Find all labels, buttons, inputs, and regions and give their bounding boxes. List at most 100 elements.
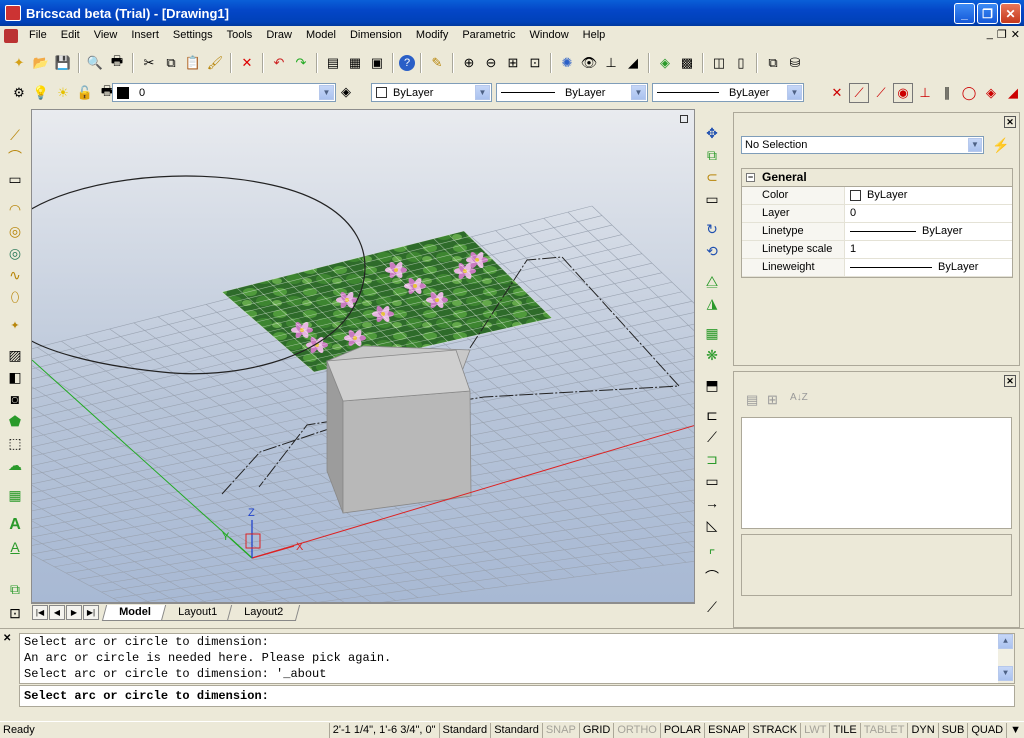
block-icon[interactable]: ⧉: [4, 579, 26, 599]
doc-close-button[interactable]: ✕: [1011, 28, 1020, 41]
menu-window[interactable]: Window: [523, 26, 576, 45]
donut-icon[interactable]: ◎: [4, 243, 26, 263]
close-button[interactable]: ✕: [1000, 3, 1021, 24]
snap-center-icon[interactable]: ◉: [893, 83, 913, 103]
toggle-dyn[interactable]: DYN: [907, 722, 937, 738]
polar-array-icon[interactable]: ❋: [701, 345, 723, 365]
grouped-icon[interactable]: ⊞: [767, 392, 778, 408]
hatch-icon[interactable]: ▨: [4, 345, 26, 365]
coordinates-readout[interactable]: 2'-1 1/4", 1'-6 3/4", 0": [328, 722, 439, 738]
delete-icon[interactable]: ✕: [237, 53, 257, 73]
undo-icon[interactable]: ↶: [269, 53, 289, 73]
toggle-lwt[interactable]: LWT: [800, 722, 829, 738]
toggle-polar[interactable]: POLAR: [659, 722, 704, 738]
boundary-icon[interactable]: ◙: [4, 389, 26, 409]
mirror3d-icon[interactable]: ◮: [701, 293, 723, 313]
view-icon[interactable]: 👁: [579, 53, 599, 73]
page-icon[interactable]: ▯: [731, 53, 751, 73]
toggle-esnap[interactable]: ESNAP: [704, 722, 748, 738]
named-views-icon[interactable]: ▩: [677, 53, 697, 73]
print-icon[interactable]: 🖶: [107, 53, 127, 73]
document-icon[interactable]: [4, 28, 18, 43]
toggle-snap[interactable]: SNAP: [541, 722, 579, 738]
layer-previous-icon[interactable]: ◈: [341, 84, 351, 100]
ucs-icon[interactable]: ⊥: [601, 53, 621, 73]
layer-combo[interactable]: 0 ▼: [112, 83, 336, 102]
property-row[interactable]: Color ByLayer: [742, 187, 1012, 205]
doc-restore-button[interactable]: ❐: [997, 28, 1007, 41]
selection-combo[interactable]: No Selection ▼: [741, 136, 984, 154]
model-viewport[interactable]: X Y Z: [31, 109, 695, 603]
layer-manager-icon[interactable]: ⚙: [9, 83, 29, 103]
zoom-window-icon[interactable]: ⊞: [503, 53, 523, 73]
database-icon[interactable]: ⛁: [785, 53, 805, 73]
toggle-strack[interactable]: STRACK: [748, 722, 800, 738]
help-icon[interactable]: ?: [399, 55, 415, 71]
save-icon[interactable]: 💾: [53, 53, 73, 73]
tab-layout2[interactable]: Layout2: [226, 604, 301, 621]
menu-parametric[interactable]: Parametric: [455, 26, 522, 45]
next-tab-button[interactable]: ▶: [66, 605, 82, 620]
break-icon[interactable]: ⊐: [701, 449, 723, 469]
trim-icon[interactable]: ⊏: [701, 405, 723, 425]
status-menu-icon[interactable]: ▼: [1006, 722, 1024, 738]
restore-button[interactable]: ❐: [977, 3, 998, 24]
paste-icon[interactable]: 📋: [183, 53, 203, 73]
first-tab-button[interactable]: |◀: [32, 605, 48, 620]
menu-help[interactable]: Help: [576, 26, 613, 45]
region-icon[interactable]: ⬟: [4, 411, 26, 431]
cut-icon[interactable]: ✂: [139, 53, 159, 73]
insert-icon[interactable]: ⊡: [4, 603, 26, 623]
menu-dimension[interactable]: Dimension: [343, 26, 409, 45]
toggle-sub[interactable]: SUB: [937, 722, 968, 738]
menu-draw[interactable]: Draw: [259, 26, 299, 45]
categorized-icon[interactable]: ▤: [746, 392, 758, 408]
toggle-quad[interactable]: QUAD: [967, 722, 1006, 738]
match-properties-icon[interactable]: 🖌: [205, 53, 225, 73]
color-combo[interactable]: ByLayer ▼: [371, 83, 492, 102]
toggle-grid[interactable]: GRID: [578, 722, 614, 738]
gradient-icon[interactable]: ◧: [4, 367, 26, 387]
menu-modify[interactable]: Modify: [409, 26, 455, 45]
property-row[interactable]: Linetype scale 1: [742, 241, 1012, 259]
extend-icon[interactable]: ⟋: [701, 427, 723, 447]
table-icon[interactable]: ▦: [4, 485, 26, 505]
close-icon[interactable]: ✕: [1004, 116, 1016, 128]
offset-icon[interactable]: ⊂: [701, 167, 723, 187]
tab-layout1[interactable]: Layout1: [160, 604, 235, 621]
history-scrollbar[interactable]: ▲ ▼: [998, 634, 1014, 683]
menu-view[interactable]: View: [87, 26, 125, 45]
menu-model[interactable]: Model: [299, 26, 343, 45]
chevron-down-icon[interactable]: ▼: [319, 85, 334, 100]
ellipse-arc-icon[interactable]: ⬯: [4, 287, 26, 307]
polyline-icon[interactable]: ⌒: [4, 147, 26, 167]
close-icon[interactable]: ✕: [1004, 375, 1016, 387]
explorer-icon[interactable]: ▦: [345, 53, 365, 73]
command-input[interactable]: Select arc or circle to dimension:: [19, 685, 1015, 707]
multiline-text-icon[interactable]: A: [4, 537, 26, 557]
revision-cloud-icon[interactable]: ☁: [4, 455, 26, 475]
snap-insertion-icon[interactable]: ◢: [1003, 83, 1023, 103]
arc-icon[interactable]: ◠: [4, 199, 26, 219]
linetype-combo[interactable]: ByLayer ▼: [496, 83, 648, 102]
property-row[interactable]: Lineweight ByLayer: [742, 259, 1012, 277]
stretch-icon[interactable]: ⬒: [701, 375, 723, 395]
mirror-icon[interactable]: ⧋: [701, 271, 723, 291]
menu-insert[interactable]: Insert: [124, 26, 166, 45]
zoom-in-icon[interactable]: ⊕: [459, 53, 479, 73]
wipeout-icon[interactable]: ⬚: [4, 433, 26, 453]
menu-edit[interactable]: Edit: [54, 26, 87, 45]
menu-file[interactable]: File: [22, 26, 54, 45]
tab-model[interactable]: Model: [101, 604, 168, 621]
menu-settings[interactable]: Settings: [166, 26, 220, 45]
lineweight-combo[interactable]: ByLayer ▼: [652, 83, 804, 102]
scale-icon[interactable]: ⟲: [701, 241, 723, 261]
dimension-icon[interactable]: ⟋: [701, 597, 723, 617]
chamfer-icon[interactable]: ◺: [701, 515, 723, 535]
new-icon[interactable]: ✦: [9, 53, 29, 73]
snap-parallel-icon[interactable]: ∥: [937, 83, 957, 103]
explode-icon[interactable]: ⌒: [701, 567, 723, 587]
explorer-list[interactable]: [741, 417, 1012, 529]
zoom-extents-icon[interactable]: ⊡: [525, 53, 545, 73]
snap-endpoint-icon[interactable]: ✕: [827, 83, 847, 103]
